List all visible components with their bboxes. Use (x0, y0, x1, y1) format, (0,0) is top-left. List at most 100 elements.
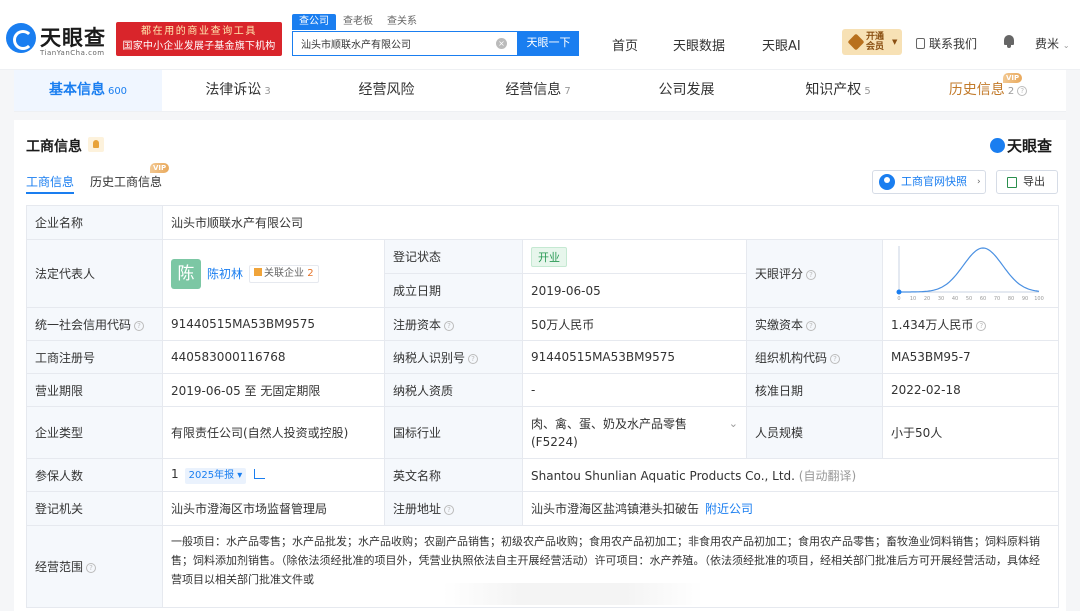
tab-history[interactable]: 历史信息 2? (914, 70, 1062, 111)
chart-x-tick: 10 (910, 296, 916, 302)
score-marker (896, 289, 902, 295)
industry-cell[interactable]: ⌄ 肉、禽、蛋、奶及水产品零售(F5224) (522, 406, 747, 459)
chart-x-tick: 100 (1034, 296, 1044, 302)
label-staff: 人员规模 (746, 406, 883, 459)
search-button[interactable]: 天眼一下 (518, 31, 579, 56)
bell-icon[interactable] (1003, 35, 1015, 48)
vip-label: 开通 会员 (866, 32, 885, 52)
nearby-companies-link[interactable]: 附近公司 (705, 502, 753, 516)
legal-rep-name[interactable]: 陈初林 (207, 267, 243, 281)
subtab-business[interactable]: 工商信息 (26, 173, 74, 190)
english-name: Shantou Shunlian Aquatic Products Co., L… (531, 468, 795, 483)
chevron-down-icon[interactable]: ⌄ (729, 415, 738, 433)
tab-ip[interactable]: 知识产权 5 (764, 70, 912, 111)
label-reg-no: 工商注册号 (26, 340, 163, 374)
label-tax-id: 纳税人识别号? (384, 340, 523, 374)
business-info-card: 工商信息 天眼查 工商信息 历史工商信息 VIP 工商官网快照 › 导出 企业名称… (14, 120, 1066, 611)
vip-button[interactable]: 开通 会员 ▼ (842, 29, 902, 55)
label-score: 天眼评分? (746, 239, 883, 308)
est-date: 2019-06-05 (522, 273, 747, 308)
banner-line2: 国家中小企业发展子基金旗下机构 (122, 41, 276, 52)
paid-capital-cell: 1.434万人民币? (881, 307, 1060, 341)
label-legal-rep: 法定代表人 (26, 239, 163, 308)
contact-us[interactable]: 联系我们 (916, 35, 977, 52)
search-tab-boss[interactable]: 查老板 (336, 14, 380, 30)
tab-basic-info[interactable]: 基本信息 600 (14, 70, 162, 111)
promo-banner[interactable]: 都在用的商业查询工具 国家中小企业发展子基金旗下机构 (116, 22, 282, 56)
label-paid-capital: 实缴资本? (746, 307, 883, 341)
tab-operation[interactable]: 经营信息 7 (464, 70, 612, 111)
label-term: 营业期限 (26, 373, 163, 407)
label-industry: 国标行业 (384, 406, 523, 459)
business-scope: 一般项目：水产品零售；水产品批发；水产品收购；农副产品销售；初级农产品收购；食用… (171, 534, 1040, 586)
avatar[interactable]: 陈 (171, 258, 201, 289)
user-name: 费米 (1035, 37, 1060, 51)
contact-label: 联系我们 (929, 37, 978, 51)
main-tabs: 基本信息 600 法律诉讼 3 经营风险 经营信息 7 公司发展 知识产权 5 历史信息… (14, 70, 1066, 112)
help-icon: ? (86, 563, 97, 573)
english-name-cell: Shantou Shunlian Aquatic Products Co., L… (521, 458, 1060, 492)
table-row: 统一社会信用代码? 91440515MA53BM9575 注册资本? 50万人民… (26, 307, 1060, 341)
score-chart[interactable]: 0 10 20 30 40 50 60 70 80 90 100 (889, 242, 1049, 302)
user-badge-icon (879, 174, 895, 190)
vip-tag: VIP (1003, 73, 1023, 83)
table-row: 登记机关 汕头市澄海区市场监督管理局 注册地址? 汕头市澄海区盐鸿镇港头扣破缶附… (26, 491, 1060, 526)
label-est-date: 成立日期 (384, 273, 523, 308)
score-distribution-curve (899, 247, 1040, 293)
table-row: 企业名称 汕头市顺联水产有限公司 (26, 205, 1060, 240)
approve-date: 2022-02-18 (881, 373, 1060, 407)
reg-authority: 汕头市澄海区市场监督管理局 (162, 491, 385, 526)
clear-icon[interactable]: × (496, 38, 507, 49)
nav-home[interactable]: 首页 (612, 35, 638, 54)
logo-subtitle: TianYanCha.com (40, 49, 105, 57)
table-row: 工商注册号 440583000116768 纳税人识别号? 91440515MA… (26, 340, 1060, 374)
taxpayer-qualification: - (522, 373, 747, 407)
related-companies-badge[interactable]: 关联企业 2 (249, 264, 319, 283)
label-company-name: 企业名称 (26, 205, 163, 240)
logo-mark-icon (6, 23, 36, 53)
export-button[interactable]: 导出 (996, 170, 1058, 194)
table-row: 营业期限 2019-06-05 至 无固定期限 纳税人资质 - 核准日期 202… (26, 373, 1060, 407)
insured-count: 1 (171, 466, 179, 481)
subtab-underline (26, 192, 74, 194)
company-name: 汕头市顺联水产有限公司 (161, 205, 1060, 240)
help-icon: ? (1017, 86, 1028, 96)
credit-code: 91440515MA53BM9575 (162, 307, 385, 341)
vip-tag-subtab: VIP (150, 163, 170, 173)
tab-risk[interactable]: 经营风险 (314, 70, 462, 111)
table-row: 法定代表人 陈陈初林 关联企业 2 登记状态 开业 天眼评分? 0 10 20 30 40… (26, 239, 1060, 308)
report-year-select[interactable]: 2025年报 ▾ (184, 467, 247, 484)
search-tab-relation[interactable]: 查关系 (380, 14, 424, 30)
top-header: 天眼查 TianYanCha.com 都在用的商业查询工具 国家中小企业发展子基… (0, 0, 1080, 70)
tax-id: 91440515MA53BM9575 (522, 340, 747, 374)
phone-icon (916, 38, 925, 49)
status-badge: 开业 (531, 246, 567, 267)
score-cell: 0 10 20 30 40 50 60 70 80 90 100 (881, 239, 1060, 308)
org-code: MA53BM95-7 (881, 340, 1060, 374)
label-insured: 参保人数 (26, 458, 163, 492)
subtab-history-business[interactable]: 历史工商信息 (90, 173, 162, 190)
scope-overlay (443, 582, 703, 605)
label-authority: 登记机关 (26, 491, 163, 526)
auto-translate-note: (自动翻译) (798, 468, 857, 483)
help-icon: ? (468, 353, 479, 364)
search-input[interactable] (293, 32, 489, 55)
user-menu[interactable]: 费米 ⌄ (1035, 35, 1070, 52)
excel-icon (1007, 177, 1017, 188)
section-title: 工商信息 (26, 139, 82, 155)
help-icon: ? (806, 270, 817, 280)
nav-ai[interactable]: 天眼AI (762, 35, 801, 54)
nav-data[interactable]: 天眼数据 (673, 35, 725, 54)
tab-legal[interactable]: 法律诉讼 3 (164, 70, 312, 111)
label-reg-status: 登记状态 (384, 239, 523, 274)
insured-cell: 1 2025年报 ▾ (162, 458, 385, 492)
chevron-right-icon: › (977, 177, 981, 187)
label-scope: 经营范围? (26, 525, 163, 608)
chart-icon[interactable] (254, 468, 266, 479)
snapshot-button[interactable]: 工商官网快照 › (872, 170, 986, 194)
tab-development[interactable]: 公司发展 (614, 70, 762, 111)
search-tab-company[interactable]: 查公司 (292, 14, 336, 30)
logo[interactable]: 天眼查 TianYanCha.com (6, 20, 114, 60)
related-icon (254, 267, 263, 276)
logo-text: 天眼查 (40, 26, 106, 50)
